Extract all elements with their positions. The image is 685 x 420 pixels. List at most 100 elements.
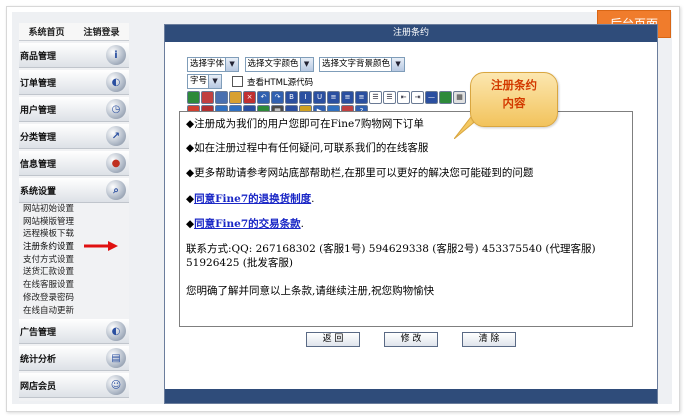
terms-line-4: ◆同意Fine7的退换货制度. [186, 191, 315, 206]
sidebar-category-stats[interactable]: 统计分析 ▤ [19, 346, 129, 372]
sidebar-top-nav: 系统首页 注销登录 [19, 23, 129, 41]
table-icon[interactable]: ▦ [453, 91, 466, 104]
paste-icon[interactable] [229, 91, 242, 104]
text-color-select[interactable]: 选择文字颜色 ▼ [244, 57, 314, 72]
search-icon: ⌕ [106, 180, 126, 200]
new-doc-icon[interactable] [187, 91, 200, 104]
category-label: 系统设置 [20, 186, 57, 197]
bullet: ◆ [186, 218, 195, 230]
annotation-callout: 注册条约 内容 [470, 72, 558, 127]
main-panel: 注册条约 选择字体 ▼ 选择文字颜色 ▼ 选择文字背景颜色 ▼ 字号 ▼ 查看HTML源… [164, 24, 658, 404]
sidebar-item-delivery[interactable]: 送货汇款设置 [19, 266, 129, 279]
info-icon: i [106, 45, 126, 65]
align-left-icon[interactable]: ≡ [327, 91, 340, 104]
font-size-select[interactable]: 字号 ▼ [187, 74, 223, 89]
insert-image-icon[interactable] [439, 91, 452, 104]
callout-line-2: 内容 [502, 96, 526, 110]
palette-icon: ● [106, 153, 126, 173]
indent-icon[interactable]: ⇥ [411, 91, 424, 104]
delete-icon[interactable]: × [243, 91, 256, 104]
sidebar-item-payment[interactable]: 支付方式设置 [19, 254, 129, 267]
return-policy-link[interactable]: 同意Fine7的退换货制度 [194, 193, 311, 205]
chevron-down-icon: ▼ [391, 58, 405, 71]
sidebar-item-remote-download[interactable]: 远程模板下载 [19, 228, 129, 241]
closing-line: 您明确了解并同意以上条款,请继续注册,祝您购物愉快 [186, 285, 435, 297]
clear-button[interactable]: 清 除 [462, 332, 516, 347]
category-label: 信息管理 [20, 159, 57, 170]
sidebar-category-ads[interactable]: 广告管理 ◐ [19, 319, 129, 345]
sidebar-item-auto-update[interactable]: 在线自动更新 [19, 305, 129, 318]
panel-title: 注册条约 [165, 25, 657, 42]
sidebar-category-users[interactable]: 用户管理 ◷ [19, 97, 129, 122]
sidebar-category-categories[interactable]: 分类管理 ↗ [19, 124, 129, 149]
ordered-list-icon[interactable]: ☰ [369, 91, 382, 104]
sidebar-item-online-service[interactable]: 在线客服设置 [19, 279, 129, 292]
globe-icon: ◐ [106, 321, 126, 342]
sidebar-category-goods[interactable]: 商品管理 i [19, 43, 129, 68]
red-arrow-icon [84, 241, 118, 251]
hr-icon[interactable]: — [425, 91, 438, 104]
period: . [311, 193, 315, 205]
chevron-down-icon: ▼ [299, 58, 313, 71]
sidebar-category-info[interactable]: 信息管理 ● [19, 151, 129, 176]
arrow-icon: ↗ [106, 126, 126, 146]
align-right-icon[interactable]: ≡ [355, 91, 368, 104]
font-select-value: 选择字体 [190, 59, 225, 69]
category-label: 统计分析 [20, 354, 57, 365]
chart-icon: ▤ [106, 348, 126, 369]
logout-link[interactable]: 注销登录 [83, 25, 119, 38]
home-link[interactable]: 系统首页 [28, 25, 64, 38]
sidebar: 系统首页 注销登录 商品管理 i 订单管理 ◐ 用户管理 ◷ 分类管理 ↗ 信息管理 ● … [19, 23, 129, 401]
category-label: 分类管理 [20, 132, 57, 143]
sidebar-item-init[interactable]: 网站初始设置 [19, 203, 129, 216]
category-label: 网店会员 [20, 381, 57, 392]
align-center-icon[interactable]: ≡ [341, 91, 354, 104]
modify-button[interactable]: 修 改 [384, 332, 438, 347]
redo-icon[interactable]: ↷ [271, 91, 284, 104]
text-bgcolor-value: 选择文字背景颜色 [322, 59, 391, 69]
editor-toolbar: 选择字体 ▼ 选择文字颜色 ▼ 选择文字背景颜色 ▼ 字号 ▼ 查看HTML源代码 × … [187, 57, 467, 119]
underline-icon[interactable]: U [313, 91, 326, 104]
trade-terms-link[interactable]: 同意Fine7的交易条款 [194, 218, 301, 230]
terms-line-1: ◆注册成为我们的用户您即可在Fine7购物网下订单 [186, 118, 424, 130]
bullet: ◆ [186, 193, 195, 205]
back-button[interactable]: 返 回 [306, 332, 360, 347]
html-source-checkbox[interactable] [232, 76, 244, 87]
terms-line-3: ◆更多帮助请参考网站底部帮助栏,在那里可以更好的解决您可能碰到的问题 [186, 167, 534, 179]
category-label: 用户管理 [20, 105, 57, 116]
cut-icon[interactable] [201, 91, 214, 104]
category-label: 广告管理 [20, 327, 57, 338]
undo-icon[interactable]: ↶ [257, 91, 270, 104]
users-icon: ☺ [106, 375, 126, 396]
sidebar-item-password[interactable]: 修改登录密码 [19, 292, 129, 305]
terms-line-2: ◆如在注册过程中有任何疑问,可联系我们的在线客服 [186, 142, 429, 154]
clock-icon: ◷ [106, 99, 126, 119]
contact-info: 联系方式:QQ: 267168302 (客服1号) 594629338 (客服2… [186, 243, 596, 269]
sidebar-category-orders[interactable]: 订单管理 ◐ [19, 70, 129, 95]
sidebar-category-system[interactable]: 系统设置 ⌕ [19, 178, 129, 203]
period: . [300, 218, 304, 230]
terms-line-5: ◆同意Fine7的交易条款. [186, 216, 304, 231]
html-source-label: 查看HTML源代码 [247, 77, 314, 88]
sidebar-category-members[interactable]: 网店会员 ☺ [19, 373, 129, 399]
font-size-value: 字号 [190, 76, 208, 86]
callout-line-1: 注册条约 [491, 78, 537, 92]
panel-footer [165, 389, 657, 403]
category-label: 订单管理 [20, 78, 57, 89]
copy-icon[interactable] [215, 91, 228, 104]
unordered-list-icon[interactable]: ☰ [383, 91, 396, 104]
font-select[interactable]: 选择字体 ▼ [187, 57, 240, 72]
terms-editor[interactable]: ◆注册成为我们的用户您即可在Fine7购物网下订单 ◆如在注册过程中有任何疑问,… [179, 111, 633, 327]
bold-icon[interactable]: B [285, 91, 298, 104]
text-color-value: 选择文字颜色 [247, 59, 299, 69]
text-bgcolor-select[interactable]: 选择文字背景颜色 ▼ [319, 57, 406, 72]
italic-icon[interactable]: I [299, 91, 312, 104]
category-label: 商品管理 [20, 51, 57, 62]
sidebar-item-templates[interactable]: 网站模版管理 [19, 216, 129, 229]
outdent-icon[interactable]: ⇤ [397, 91, 410, 104]
system-submenu: 网站初始设置 网站模版管理 远程模板下载 注册条约设置 支付方式设置 送货汇款设… [19, 203, 129, 317]
globe-icon: ◐ [106, 72, 126, 92]
chevron-down-icon: ▼ [225, 58, 239, 71]
action-buttons: 返 回 修 改 清 除 [165, 332, 657, 347]
chevron-down-icon: ▼ [208, 75, 222, 88]
